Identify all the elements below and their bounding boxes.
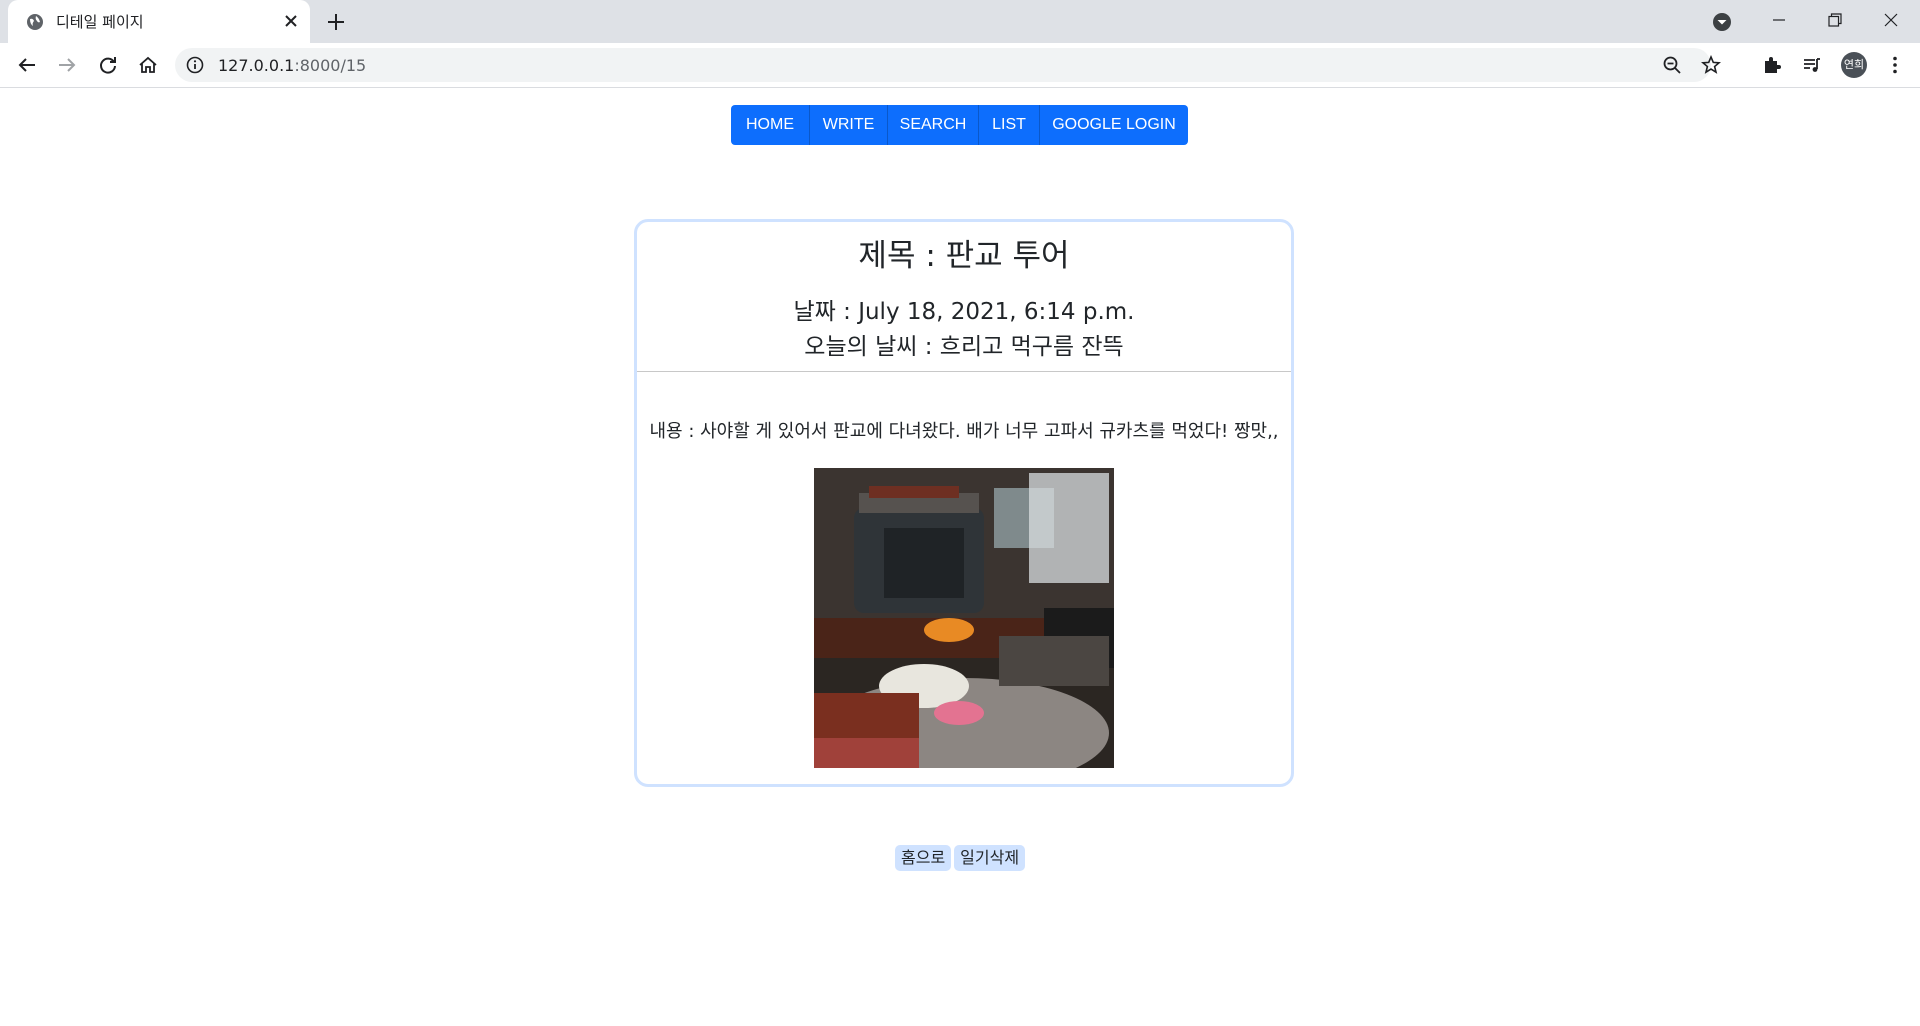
zoom-out-icon[interactable] (1662, 55, 1682, 75)
reload-icon[interactable] (97, 54, 119, 76)
close-tab-icon[interactable] (282, 12, 300, 30)
url-path: :8000/15 (294, 56, 367, 75)
diary-content: 내용 : 사야할 게 있어서 판교에 다녀왔다. 배가 너무 고파서 규카츠를 … (649, 421, 1279, 442)
diary-actions: 홈으로 일기삭제 (895, 845, 1026, 871)
minimize-icon (1773, 19, 1785, 21)
tab-search-icon[interactable] (1711, 11, 1733, 33)
media-queue-icon[interactable] (1801, 54, 1823, 76)
diary-title: 제목 : 판교 투어 (858, 238, 1070, 274)
page-viewport: HOME WRITE SEARCH LIST GOOGLE LOGIN 제목 :… (0, 89, 1920, 1026)
diary-weather: 오늘의 날씨 : 흐리고 먹구름 잔뜩 (804, 334, 1124, 360)
browser-tab-active[interactable]: 디테일 페이지 (8, 0, 310, 43)
delete-diary-button[interactable]: 일기삭제 (954, 845, 1026, 871)
url-text[interactable]: 127.0.0.1:8000/15 (218, 56, 366, 75)
nav-search-button[interactable]: SEARCH (888, 105, 979, 145)
forward-arrow-icon[interactable] (56, 54, 78, 76)
back-arrow-icon[interactable] (16, 54, 38, 76)
site-info-icon[interactable] (186, 56, 204, 74)
browser-tab-strip: 디테일 페이지 (0, 0, 1920, 43)
extensions-puzzle-icon[interactable] (1761, 54, 1783, 76)
nav-list-button[interactable]: LIST (979, 105, 1040, 145)
nav-home-button[interactable]: HOME (731, 105, 810, 145)
diary-photo (814, 468, 1114, 768)
url-host: 127.0.0.1 (218, 56, 295, 75)
diary-date: 날짜 : July 18, 2021, 6:14 p.m. (793, 299, 1135, 325)
tab-title: 디테일 페이지 (56, 13, 144, 31)
window-close-button[interactable] (1863, 0, 1919, 40)
globe-icon (27, 14, 43, 30)
window-minimize-button[interactable] (1751, 0, 1807, 40)
more-menu-icon[interactable] (1884, 54, 1906, 76)
nav-write-button[interactable]: WRITE (810, 105, 888, 145)
diary-detail-card: 제목 : 판교 투어 날짜 : July 18, 2021, 6:14 p.m.… (634, 219, 1294, 787)
window-restore-button[interactable] (1807, 0, 1863, 40)
restore-icon (1828, 13, 1842, 27)
bookmark-star-icon[interactable] (1701, 55, 1721, 75)
top-nav: HOME WRITE SEARCH LIST GOOGLE LOGIN (731, 105, 1188, 145)
close-icon (1884, 13, 1898, 27)
browser-toolbar: 127.0.0.1:8000/15 연희 (0, 43, 1920, 88)
home-icon[interactable] (137, 54, 159, 76)
go-home-button[interactable]: 홈으로 (895, 845, 952, 871)
address-bar[interactable]: 127.0.0.1:8000/15 (175, 48, 1721, 82)
divider (637, 371, 1291, 372)
nav-google-login-button[interactable]: GOOGLE LOGIN (1040, 105, 1188, 145)
profile-avatar[interactable]: 연희 (1841, 52, 1867, 78)
new-tab-plus-icon[interactable] (325, 11, 347, 33)
